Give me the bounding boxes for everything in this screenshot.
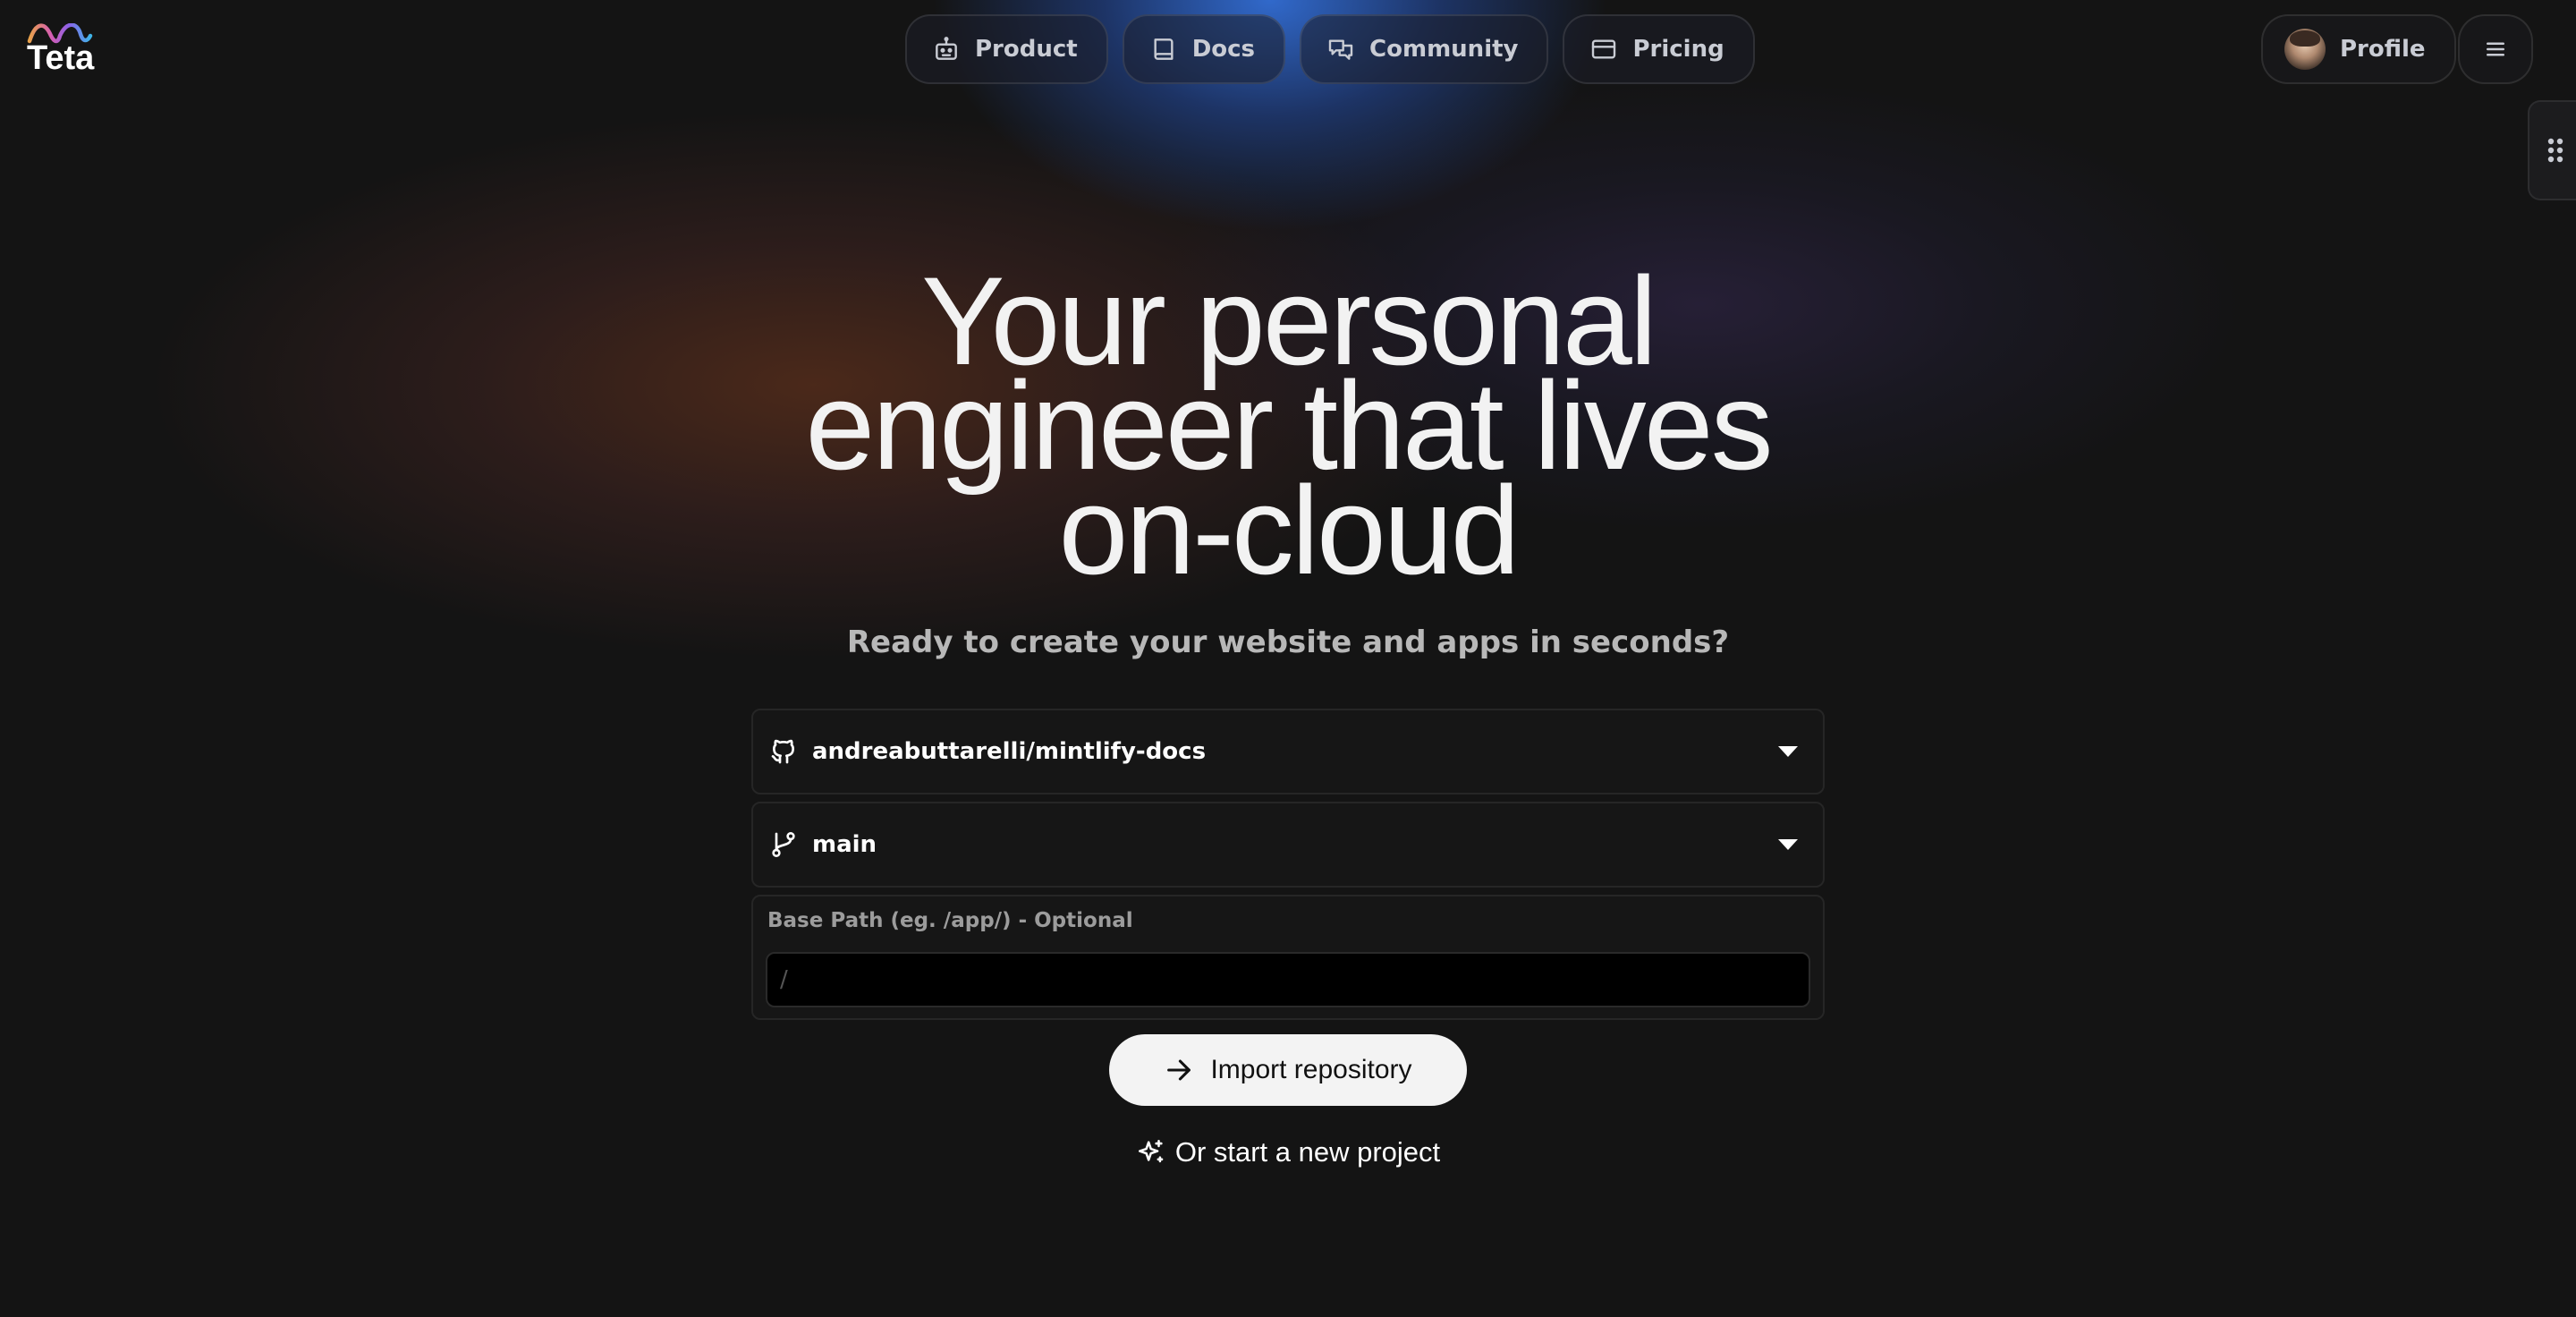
drag-grip-icon — [2547, 138, 2563, 163]
import-button-label: Import repository — [1210, 1055, 1412, 1084]
sparkles-icon — [1138, 1139, 1164, 1163]
base-path-label: Base Path (eg. /app/) - Optional — [767, 909, 1133, 932]
base-path-input[interactable] — [766, 952, 1810, 1007]
menu-button[interactable] — [2458, 14, 2533, 84]
profile-button[interactable]: Profile — [2261, 14, 2456, 84]
git-branch-icon — [767, 828, 800, 861]
brand-name: Teta — [27, 39, 95, 77]
nav-label-pricing: Pricing — [1632, 36, 1724, 63]
hero-title-line: on-cloud — [1058, 460, 1520, 600]
nav-item-pricing[interactable]: Pricing — [1563, 14, 1755, 84]
chat-bubbles-icon — [1328, 39, 1353, 60]
nav-label-docs: Docs — [1191, 36, 1256, 63]
base-path-group: Base Path (eg. /app/) - Optional — [751, 895, 1825, 1020]
profile-label: Profile — [2340, 36, 2426, 63]
brand-logo[interactable]: Teta — [27, 23, 98, 81]
side-panel-handle[interactable] — [2528, 100, 2576, 200]
book-icon — [1154, 38, 1174, 60]
import-repository-button[interactable]: Import repository — [1109, 1034, 1467, 1106]
branch-value: main — [812, 831, 877, 858]
new-project-link[interactable]: Or start a new project — [1109, 1131, 1467, 1174]
nav-label-community: Community — [1369, 36, 1519, 63]
new-project-label: Or start a new project — [1174, 1136, 1441, 1168]
hamburger-menu-icon — [2487, 42, 2504, 56]
top-navigation: Product Docs Community Pricing — [905, 14, 1755, 84]
credit-card-icon — [1592, 39, 1616, 59]
github-icon — [767, 735, 800, 768]
arrow-right-icon — [1167, 1059, 1191, 1081]
branch-select[interactable]: main — [751, 802, 1825, 888]
nav-item-product[interactable]: Product — [905, 14, 1108, 84]
chevron-down-icon — [1778, 839, 1798, 850]
chevron-down-icon — [1778, 746, 1798, 757]
hero-title: Your personal engineer that lives on-clo… — [751, 259, 1825, 593]
robot-icon — [936, 37, 957, 60]
hero-subtitle: Ready to create your website and apps in… — [846, 625, 1730, 660]
nav-label-product: Product — [975, 36, 1078, 63]
repository-select[interactable]: andreabuttarelli/mintlify-docs — [751, 709, 1825, 794]
avatar — [2284, 29, 2326, 70]
repository-value: andreabuttarelli/mintlify-docs — [812, 738, 1207, 765]
nav-item-community[interactable]: Community — [1300, 14, 1549, 84]
nav-item-docs[interactable]: Docs — [1122, 14, 1286, 84]
